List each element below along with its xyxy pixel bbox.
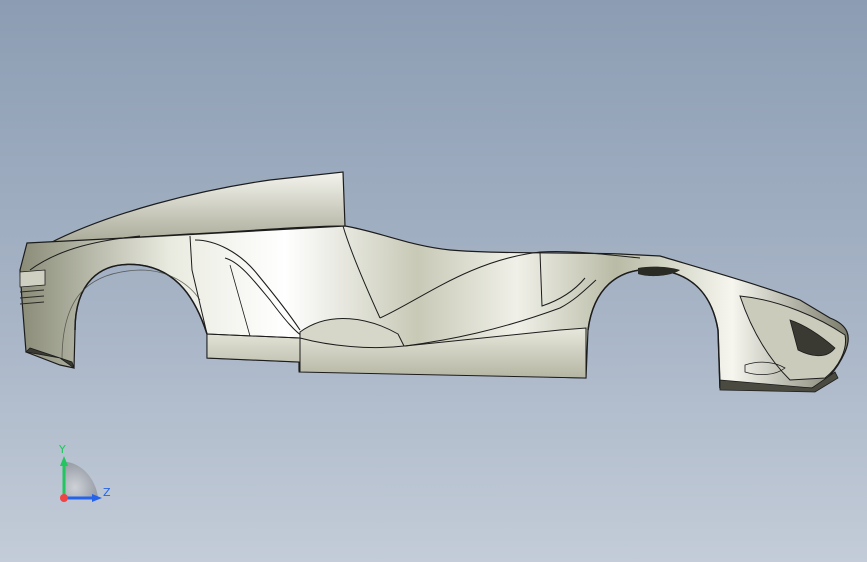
x-axis-dot <box>60 494 68 502</box>
y-axis-label: Y <box>59 443 66 456</box>
z-axis-label: Z <box>103 486 111 499</box>
car-body-model[interactable] <box>0 0 867 562</box>
3d-viewport[interactable]: Y Z <box>0 0 867 562</box>
coordinate-triad: Y Z <box>50 440 120 510</box>
y-axis-arrow <box>60 456 68 466</box>
triad-plane-shape <box>65 462 98 498</box>
front-vent <box>19 269 46 288</box>
